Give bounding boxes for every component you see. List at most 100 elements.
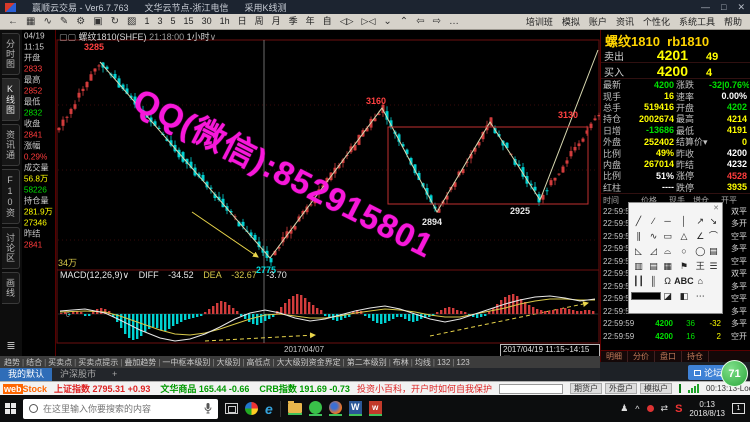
- indicator-item-8[interactable]: 大大级别资金界定: [277, 357, 341, 368]
- chart-header-icons[interactable]: ▢▢: [59, 32, 76, 42]
- green-app-icon[interactable]: [309, 401, 322, 416]
- draw-tool-5-1[interactable]: ◪: [663, 291, 672, 301]
- menu-item-0[interactable]: 培训班: [526, 15, 553, 28]
- quick-search-input[interactable]: [499, 384, 563, 394]
- menu-item-2[interactable]: 账户: [589, 15, 607, 28]
- quote-tab-明细[interactable]: 明细: [601, 351, 628, 362]
- chart-area[interactable]: ▢▢ 螺纹1810(SHFE) 21:18:00 1小时∨ 3285316031…: [56, 30, 600, 356]
- edge-browser-icon[interactable]: e: [265, 402, 273, 416]
- sidebar-tab-1[interactable]: K线图: [2, 78, 20, 121]
- draw-tool-3-3[interactable]: ⚑: [680, 261, 688, 271]
- color-swatch-tool[interactable]: [631, 292, 661, 300]
- action-center-icon[interactable]: 1: [732, 403, 745, 414]
- period-button-周[interactable]: 周: [251, 14, 268, 29]
- wenhua-app-icon[interactable]: w: [369, 401, 382, 416]
- toolbar-icon-4[interactable]: ⚙: [72, 14, 89, 29]
- draw-tool-0-4[interactable]: ↗: [696, 216, 704, 226]
- menu-item-5[interactable]: 系统工具: [679, 15, 715, 28]
- draw-tool-2-2[interactable]: ⌓: [664, 246, 671, 256]
- draw-tool-1-4[interactable]: ∠: [696, 231, 704, 241]
- period-button-30[interactable]: 30: [198, 14, 216, 29]
- draw-tool-4-3[interactable]: ABC: [674, 276, 694, 286]
- sidebar-tab-5[interactable]: 画线: [2, 272, 20, 304]
- toolbar-icon-6[interactable]: ↻: [107, 14, 123, 29]
- workspace-tab-2[interactable]: +: [104, 368, 125, 381]
- sidebar-tab-4[interactable]: 讨论区: [2, 227, 20, 269]
- draw-tool-1-2[interactable]: ▭: [663, 231, 672, 241]
- draw-tool-3-1[interactable]: ▤: [649, 261, 658, 271]
- draw-tool-4-1[interactable]: ║: [650, 276, 656, 286]
- sidebar-tab-3[interactable]: F10资: [2, 169, 20, 224]
- indicator-item-13[interactable]: 123: [456, 358, 469, 367]
- period-button-15[interactable]: 15: [180, 14, 198, 29]
- period-button-◁▷[interactable]: ◁▷: [336, 14, 358, 29]
- period-button-5[interactable]: 5: [167, 14, 180, 29]
- quote-tab-持仓[interactable]: 持仓: [682, 351, 709, 362]
- macd-params-label[interactable]: MACD(12,26,9)∨: [60, 270, 129, 280]
- indicator-item-0[interactable]: 趋势: [4, 357, 20, 368]
- menu-item-6[interactable]: 帮助: [724, 15, 742, 28]
- word-icon[interactable]: W: [349, 401, 362, 416]
- draw-tool-2-1[interactable]: ◿: [650, 246, 657, 256]
- indicator-item-4[interactable]: 叠加趋势: [124, 357, 156, 368]
- tray-expand-icon[interactable]: ^: [635, 404, 639, 414]
- indicator-item-10[interactable]: 布林: [393, 357, 409, 368]
- menu-item-3[interactable]: 资讯: [616, 15, 634, 28]
- maximize-button[interactable]: □: [721, 2, 726, 13]
- period-button-季[interactable]: 季: [285, 14, 302, 29]
- indicator-item-9[interactable]: 第二本级别: [347, 357, 387, 368]
- indicator-item-2[interactable]: 买卖点: [48, 357, 72, 368]
- taskbar-search[interactable]: [23, 399, 218, 419]
- toolbar-icon-0[interactable]: ←: [4, 14, 22, 29]
- draw-tool-5-2[interactable]: ◧: [680, 291, 689, 301]
- minimize-button[interactable]: —: [701, 2, 710, 13]
- indicator-item-12[interactable]: 132: [437, 358, 450, 367]
- indicator-item-1[interactable]: 结合: [26, 357, 42, 368]
- draw-tool-0-2[interactable]: ─: [664, 216, 670, 226]
- bid-row[interactable]: 买入 4200 4: [601, 63, 750, 79]
- sogou-icon[interactable]: S: [675, 403, 682, 415]
- period-button-日[interactable]: 日: [234, 14, 251, 29]
- search-input[interactable]: [43, 404, 199, 414]
- draw-tool-4-2[interactable]: Ω: [664, 276, 671, 286]
- draw-tool-4-0[interactable]: ┃┃: [633, 276, 644, 286]
- tick-row-10[interactable]: 22:59:594200162空开: [601, 330, 750, 343]
- qq-message-bubble[interactable]: 71: [721, 360, 748, 387]
- draw-tool-3-4[interactable]: 王: [696, 261, 705, 271]
- draw-tool-2-4[interactable]: ◯: [695, 246, 705, 256]
- tick-row-9[interactable]: 22:59:59420036-32多平: [601, 317, 750, 330]
- account-button-0[interactable]: 期货户: [570, 383, 602, 394]
- account-button-1[interactable]: 外盘户: [605, 383, 637, 394]
- toolbar-nav-icon-1[interactable]: ⌃: [396, 14, 412, 29]
- task-view-icon[interactable]: [225, 403, 238, 414]
- tray-red-icon[interactable]: [647, 405, 654, 412]
- toolbar-nav-icon-4[interactable]: …: [445, 14, 463, 29]
- draw-tool-3-0[interactable]: ▥: [634, 261, 643, 271]
- period-button-自[interactable]: 自: [319, 14, 336, 29]
- draw-tool-0-0[interactable]: ╱: [636, 216, 641, 226]
- draw-tool-2-5[interactable]: ▤: [709, 246, 718, 256]
- draw-tool-1-0[interactable]: ∥: [636, 231, 641, 241]
- toolbar-nav-icon-0[interactable]: ⌄: [379, 14, 395, 29]
- period-button-3[interactable]: 3: [154, 14, 167, 29]
- draw-tool-5-3[interactable]: ⋯: [696, 291, 705, 301]
- toolbar-icon-1[interactable]: ▦: [22, 14, 39, 29]
- indicator-item-3[interactable]: 买卖点提示: [78, 357, 118, 368]
- toolbar-icon-5[interactable]: ▣: [89, 14, 106, 29]
- toolbar-icon-2[interactable]: ∿: [39, 14, 55, 29]
- chart-period-selector[interactable]: 1小时: [187, 32, 210, 42]
- draw-tool-4-4[interactable]: ⌂: [698, 276, 703, 286]
- toolbar-icon-7[interactable]: ▨: [123, 14, 140, 29]
- indicator-item-11[interactable]: 均线: [415, 357, 431, 368]
- chevron-down-icon[interactable]: ∨: [210, 32, 217, 42]
- sidebar-tab-2[interactable]: 资讯通: [2, 124, 20, 166]
- workspace-tab-0[interactable]: 我的默认: [0, 368, 52, 381]
- draw-tool-2-0[interactable]: ◺: [635, 246, 642, 256]
- quote-tab-盘口[interactable]: 盘口: [655, 351, 682, 362]
- draw-tool-1-1[interactable]: ∿: [650, 231, 658, 241]
- hamburger-menu-icon[interactable]: ≣: [6, 339, 15, 352]
- microphone-icon[interactable]: [204, 403, 212, 414]
- draw-tool-0-3[interactable]: │: [681, 216, 687, 226]
- period-button-年[interactable]: 年: [302, 14, 319, 29]
- pinwheel-app-icon[interactable]: [245, 402, 258, 415]
